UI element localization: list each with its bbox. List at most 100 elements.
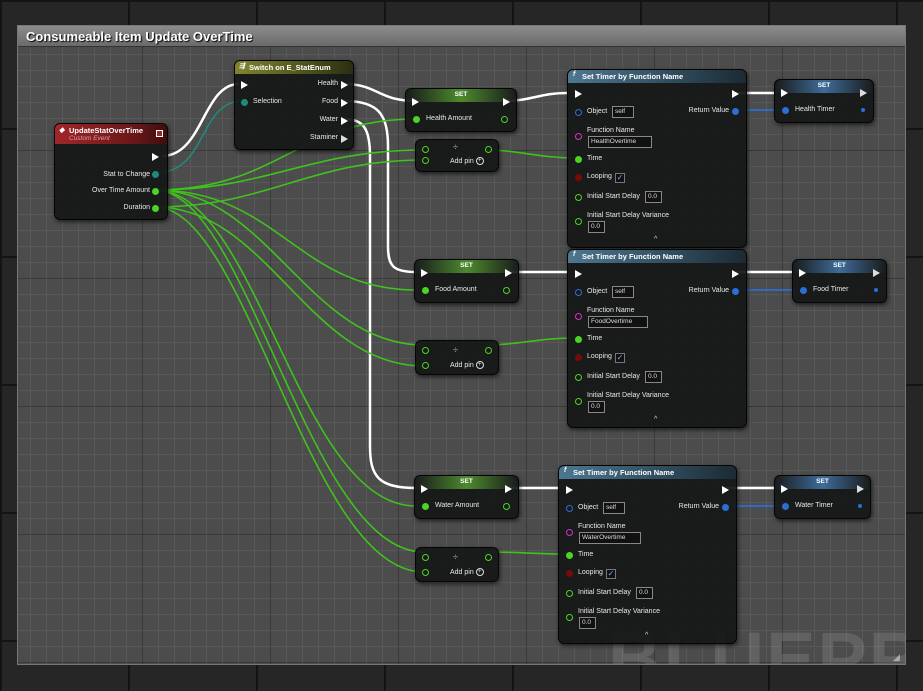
divide-out-pin[interactable]	[485, 347, 492, 354]
water-amount-out-pin[interactable]	[503, 503, 510, 510]
food-timer-out-pin[interactable]	[874, 288, 878, 292]
divide-in-b-pin[interactable]	[422, 569, 429, 576]
exec-out-pin[interactable]	[857, 485, 864, 493]
custom-event-node[interactable]: ◆ UpdateStatOverTime Custom Event Stat t…	[54, 123, 168, 220]
byte-wire[interactable]	[154, 100, 244, 174]
health-timer-out-pin[interactable]	[861, 108, 865, 112]
delay-pin[interactable]	[566, 590, 573, 597]
delay-field[interactable]: 0.0	[636, 587, 653, 599]
looping-checkbox[interactable]: ✓	[615, 353, 625, 363]
variance-field[interactable]: 0.0	[588, 221, 605, 233]
water-timer-in-pin[interactable]	[782, 503, 789, 510]
exec-out-pin[interactable]	[732, 90, 739, 98]
set-food-amount-node[interactable]: SET Food Amount	[414, 259, 519, 303]
variance-pin[interactable]	[566, 614, 573, 621]
function-name-field[interactable]: WaterOvertime	[579, 532, 641, 544]
float-wire[interactable]	[486, 551, 568, 555]
food-amount-in-pin[interactable]	[422, 287, 429, 294]
water-exec-pin[interactable]	[341, 117, 348, 125]
set-water-timer-node[interactable]: SET Water Timer	[774, 475, 871, 519]
duration-pin[interactable]	[152, 205, 159, 212]
exec-out-pin[interactable]	[152, 153, 159, 161]
exec-out-pin[interactable]	[860, 89, 867, 97]
divide-out-pin[interactable]	[485, 554, 492, 561]
divide-in-a-pin[interactable]	[422, 347, 429, 354]
set-health-amount-node[interactable]: SET Health Amount	[405, 88, 517, 132]
object-pin[interactable]	[575, 109, 582, 116]
looping-pin[interactable]	[575, 174, 582, 181]
exec-out-pin[interactable]	[505, 485, 512, 493]
food-exec-pin[interactable]	[341, 99, 348, 107]
chevron-up-icon[interactable]: ^	[654, 416, 657, 423]
add-pin-button[interactable]: Add pin +	[450, 568, 484, 576]
exec-in-pin[interactable]	[575, 90, 582, 98]
chevron-up-icon[interactable]: ^	[645, 632, 648, 639]
delay-field[interactable]: 0.0	[645, 371, 662, 383]
exec-out-pin[interactable]	[873, 269, 880, 277]
exec-wire[interactable]	[343, 117, 417, 490]
function-name-field[interactable]: FoodOvertime	[588, 316, 648, 328]
function-name-field[interactable]: HealthOvertime	[588, 136, 652, 148]
stat-to-change-pin[interactable]	[152, 171, 159, 178]
exec-in-pin[interactable]	[781, 485, 788, 493]
blueprint-graph-panel[interactable]: Consumeable Item Update OverTime BLUEPRI…	[18, 26, 905, 664]
object-pin[interactable]	[566, 505, 573, 512]
food-timer-in-pin[interactable]	[800, 287, 807, 294]
time-pin[interactable]	[575, 336, 582, 343]
looping-pin[interactable]	[575, 354, 582, 361]
delay-pin[interactable]	[575, 194, 582, 201]
health-exec-pin[interactable]	[341, 81, 348, 89]
time-pin[interactable]	[566, 552, 573, 559]
looping-checkbox[interactable]: ✓	[606, 569, 616, 579]
float-wire[interactable]	[486, 337, 577, 346]
divide-in-b-pin[interactable]	[422, 362, 429, 369]
divide-node[interactable]: ÷ Add pin +	[415, 547, 499, 582]
food-amount-out-pin[interactable]	[503, 287, 510, 294]
exec-out-pin[interactable]	[503, 98, 510, 106]
exec-in-pin[interactable]	[412, 98, 419, 106]
object-field[interactable]: self	[612, 286, 634, 298]
function-name-pin[interactable]	[566, 529, 573, 536]
divide-in-a-pin[interactable]	[422, 554, 429, 561]
return-value-pin[interactable]	[732, 108, 739, 115]
water-amount-in-pin[interactable]	[422, 503, 429, 510]
exec-in-pin[interactable]	[781, 89, 788, 97]
return-value-pin[interactable]	[732, 288, 739, 295]
chevron-up-icon[interactable]: ^	[654, 236, 657, 243]
float-wire[interactable]	[154, 159, 425, 208]
exec-wire[interactable]	[161, 82, 240, 158]
exec-in-pin[interactable]	[566, 486, 573, 494]
float-wire[interactable]	[486, 149, 577, 159]
function-name-pin[interactable]	[575, 313, 582, 320]
divide-node[interactable]: ÷ Add pin +	[415, 340, 499, 375]
add-pin-button[interactable]: Add pin +	[450, 157, 484, 165]
exec-in-pin[interactable]	[421, 269, 428, 277]
variance-field[interactable]: 0.0	[579, 617, 596, 629]
exec-out-pin[interactable]	[505, 269, 512, 277]
set-food-timer-node[interactable]: SET Food Timer	[792, 259, 887, 303]
switch-node[interactable]: ⇶ Switch on E_StatEnum Selection Health …	[234, 60, 354, 150]
float-wire[interactable]	[154, 149, 425, 191]
set-water-amount-node[interactable]: SET Water Amount	[414, 475, 519, 519]
object-pin[interactable]	[575, 289, 582, 296]
divide-out-pin[interactable]	[485, 146, 492, 153]
object-field[interactable]: self	[603, 502, 625, 514]
float-wire[interactable]	[154, 189, 417, 507]
delegate-pin[interactable]	[156, 130, 163, 137]
function-name-pin[interactable]	[575, 133, 582, 140]
exec-in-pin[interactable]	[799, 269, 806, 277]
health-amount-in-pin[interactable]	[413, 116, 420, 123]
variance-pin[interactable]	[575, 218, 582, 225]
health-timer-in-pin[interactable]	[782, 107, 789, 114]
exec-in-pin[interactable]	[421, 485, 428, 493]
water-timer-out-pin[interactable]	[858, 504, 862, 508]
set-health-timer-node[interactable]: SET Health Timer	[774, 79, 874, 123]
set-timer-node-health[interactable]: f Set Timer by Function Name Object self …	[567, 69, 747, 248]
return-value-pin[interactable]	[722, 504, 729, 511]
exec-out-pin[interactable]	[732, 270, 739, 278]
looping-pin[interactable]	[566, 570, 573, 577]
staminer-exec-pin[interactable]	[341, 135, 348, 143]
divide-in-b-pin[interactable]	[422, 157, 429, 164]
divide-in-a-pin[interactable]	[422, 146, 429, 153]
set-timer-node-food[interactable]: f Set Timer by Function Name Object self …	[567, 249, 747, 428]
